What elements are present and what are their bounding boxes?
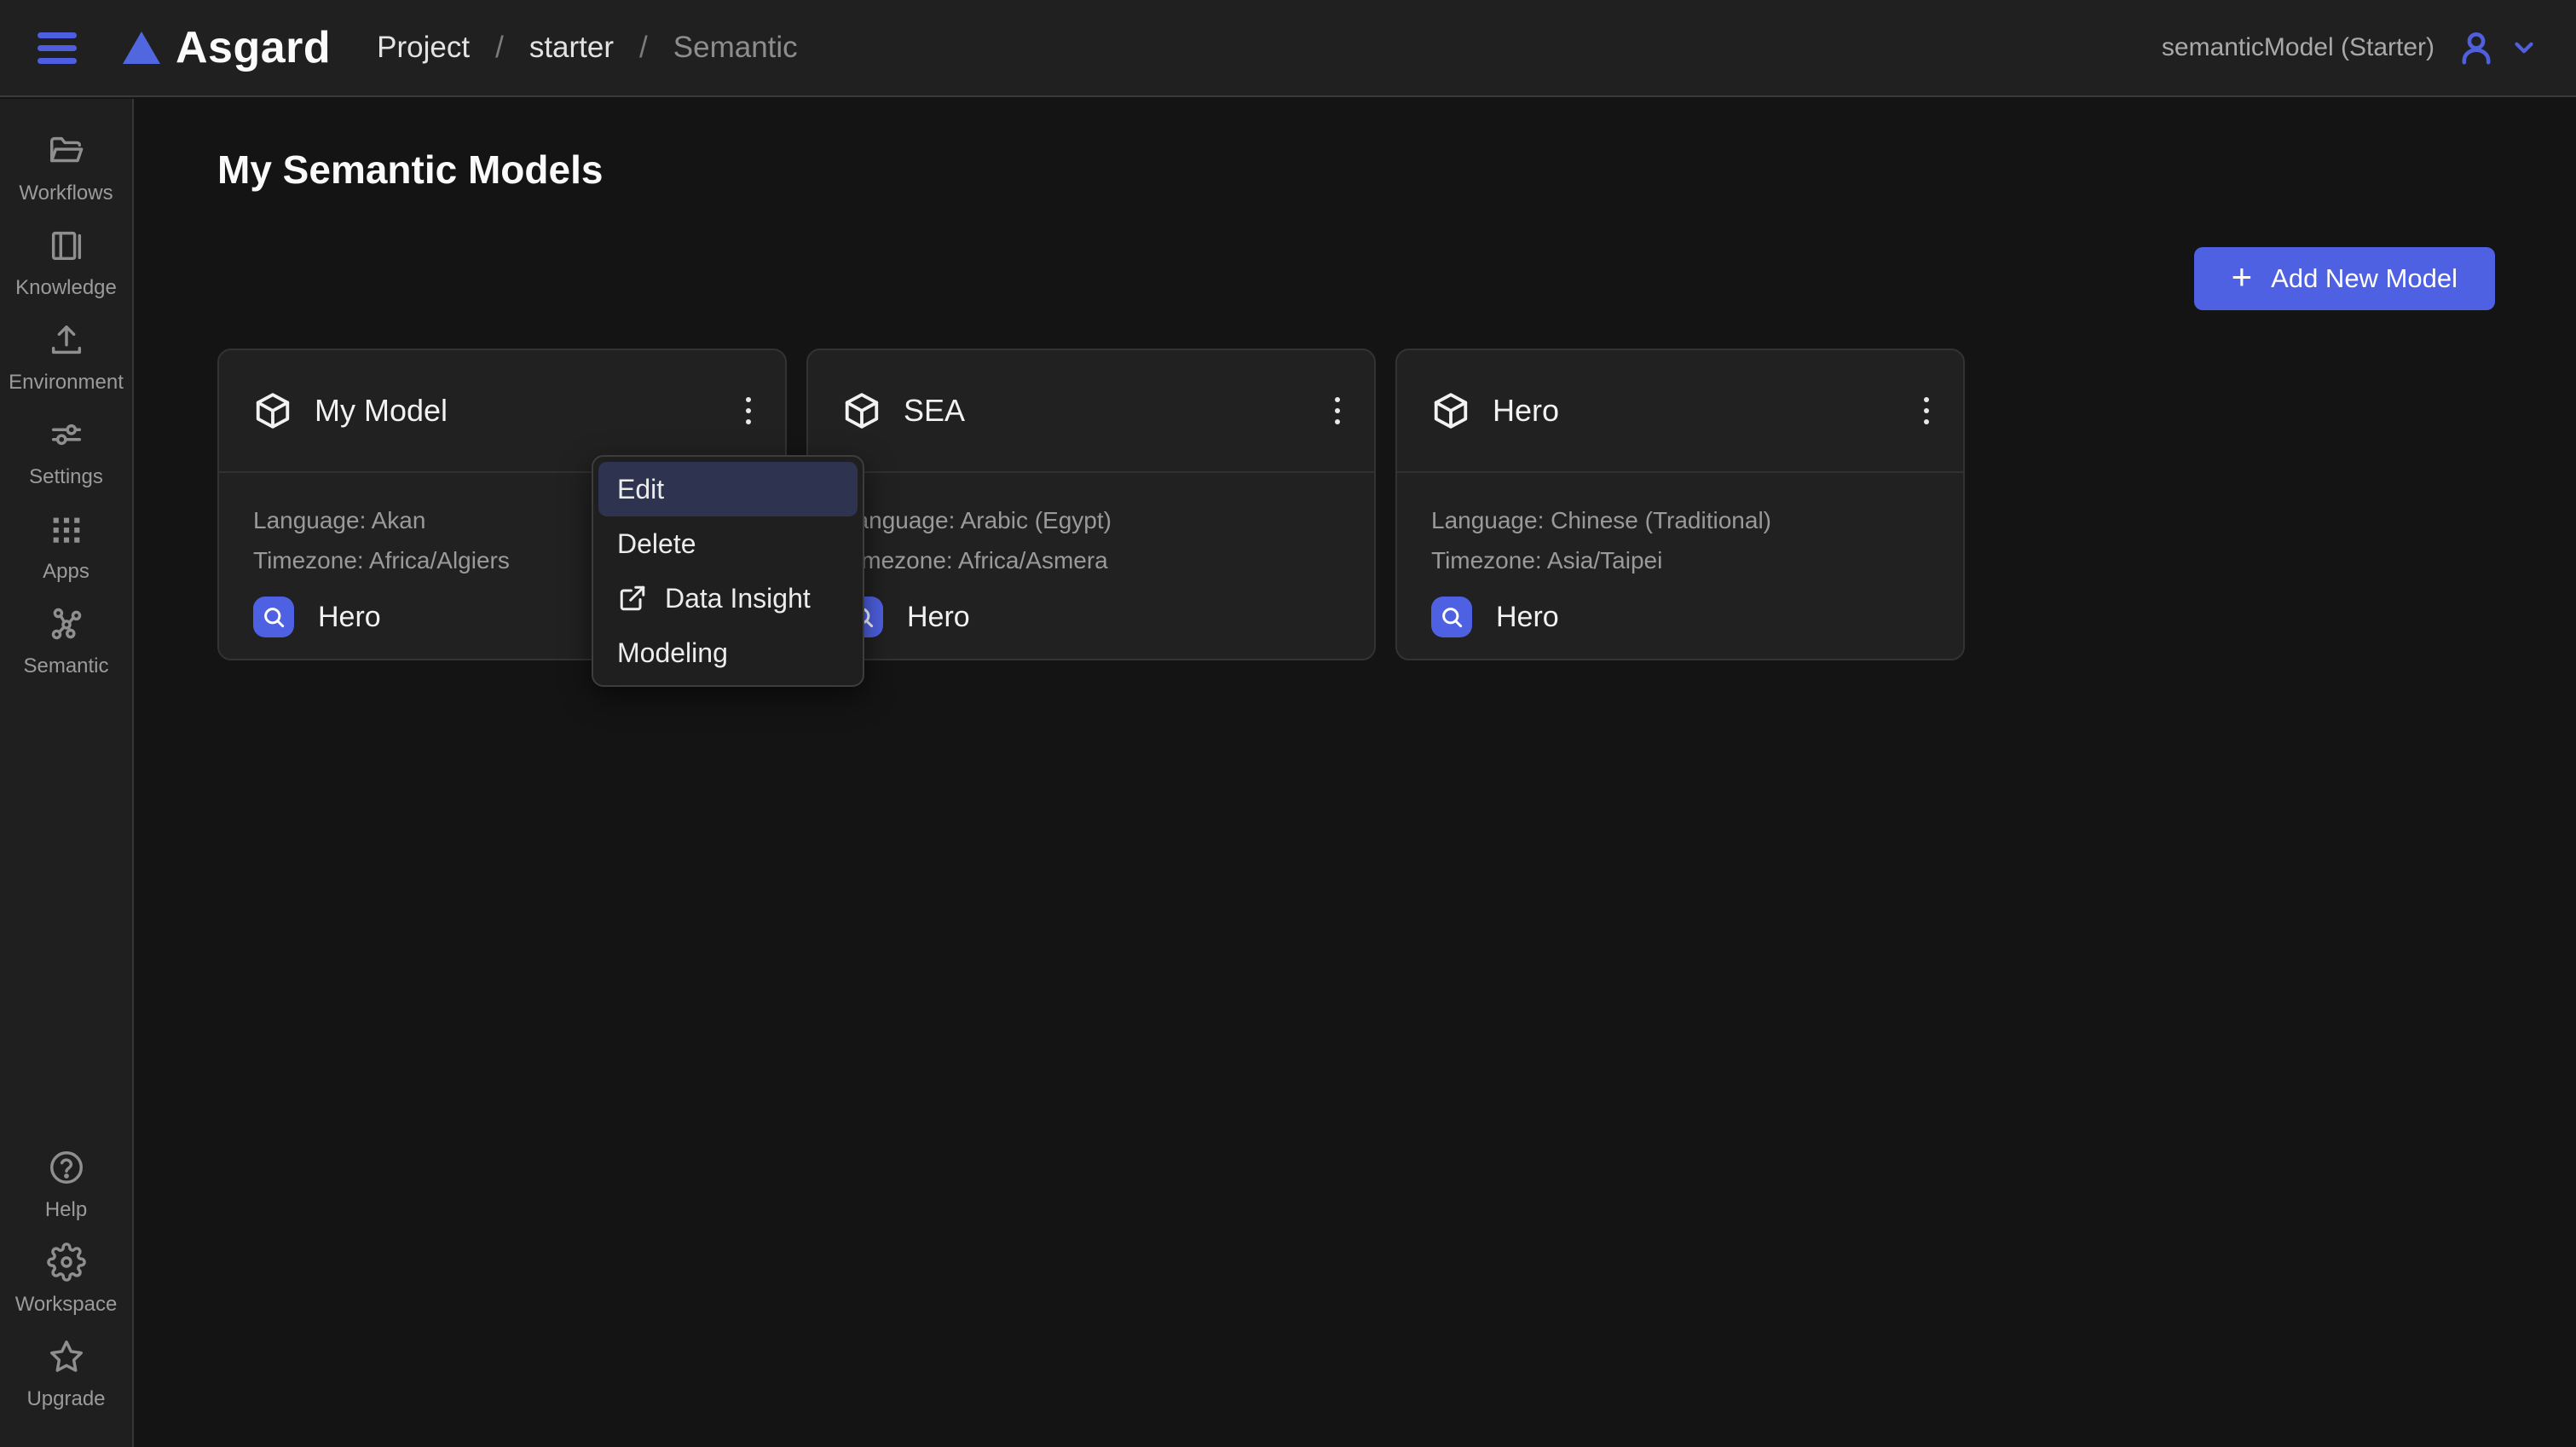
menu-item-modeling[interactable]: Modeling bbox=[598, 625, 858, 680]
gear-icon bbox=[46, 1242, 86, 1286]
sidebar-item-knowledge[interactable]: Knowledge bbox=[0, 226, 132, 300]
page-title: My Semantic Models bbox=[217, 147, 604, 192]
cube-icon bbox=[1431, 391, 1470, 430]
help-circle-icon bbox=[47, 1148, 86, 1191]
menu-item-edit[interactable]: Edit bbox=[598, 462, 858, 516]
model-title: My Model bbox=[315, 393, 448, 428]
star-icon bbox=[47, 1337, 86, 1381]
hamburger-icon bbox=[38, 32, 77, 38]
sidebar-item-workspace[interactable]: Workspace bbox=[0, 1242, 132, 1317]
breadcrumb-separator: / bbox=[639, 31, 648, 64]
top-bar: Asgard Project / starter / Semantic sema… bbox=[0, 0, 2576, 97]
card-header: Hero bbox=[1397, 350, 1963, 473]
add-new-model-button[interactable]: + Add New Model bbox=[2193, 247, 2495, 310]
cube-icon bbox=[842, 391, 881, 430]
cube-icon bbox=[253, 391, 292, 430]
model-title: SEA bbox=[904, 393, 966, 428]
model-timezone: Timezone: Africa/Asmera bbox=[842, 547, 1108, 574]
sidebar-item-label: Semantic bbox=[23, 654, 109, 677]
sidebar-item-help[interactable]: Help bbox=[0, 1148, 132, 1222]
card-header: SEA bbox=[808, 350, 1374, 473]
search-icon bbox=[1431, 597, 1472, 637]
sidebar-item-label: Knowledge bbox=[15, 276, 117, 299]
sidebar-item-semantic[interactable]: Semantic bbox=[0, 604, 132, 678]
sidebar-item-label: Settings bbox=[29, 465, 103, 488]
sidebar-item-label: Environment bbox=[9, 371, 124, 394]
external-link-icon bbox=[617, 583, 648, 614]
hero-label: Hero bbox=[1496, 600, 1559, 633]
model-language: Language: Chinese (Traditional) bbox=[1431, 507, 1771, 533]
plus-icon: + bbox=[2231, 257, 2253, 297]
model-title: Hero bbox=[1493, 393, 1560, 428]
sidebar-item-label: Workflows bbox=[19, 182, 113, 205]
main-content: My Semantic Models + Add New Model My Mo… bbox=[136, 99, 2576, 1447]
card-body: Language: Chinese (Traditional) Timezone… bbox=[1397, 473, 1963, 637]
book-icon bbox=[47, 226, 86, 269]
breadcrumb-starter[interactable]: starter bbox=[529, 31, 614, 65]
kebab-menu-icon[interactable] bbox=[741, 392, 756, 429]
search-icon bbox=[253, 597, 294, 637]
sidebar-item-workflows[interactable]: Workflows bbox=[0, 131, 132, 205]
sidebar-item-settings[interactable]: Settings bbox=[0, 415, 132, 489]
upload-icon bbox=[47, 320, 86, 364]
sidebar: Workflows Knowledge Environment Settings bbox=[0, 99, 134, 1447]
sidebar-item-upgrade[interactable]: Upgrade bbox=[0, 1337, 132, 1411]
hero-link[interactable]: Hero bbox=[842, 597, 1340, 637]
toolbar: + Add New Model bbox=[136, 247, 2495, 310]
card-context-menu: Edit Delete Data Insight Modeling bbox=[592, 455, 864, 687]
menu-item-delete[interactable]: Delete bbox=[598, 516, 858, 571]
model-card-sea: SEA Language: Arabic (Egypt) Timezone: A… bbox=[806, 349, 1376, 660]
sidebar-item-apps[interactable]: Apps bbox=[0, 510, 132, 584]
model-timezone: Timezone: Asia/Taipei bbox=[1431, 547, 1663, 574]
breadcrumb-project[interactable]: Project bbox=[377, 31, 470, 65]
hero-label: Hero bbox=[318, 600, 381, 633]
model-language: Language: Arabic (Egypt) bbox=[842, 507, 1112, 533]
sidebar-item-environment[interactable]: Environment bbox=[0, 320, 132, 395]
folder-icon bbox=[47, 131, 86, 175]
model-card-hero: Hero Language: Chinese (Traditional) Tim… bbox=[1395, 349, 1965, 660]
hero-label: Hero bbox=[907, 600, 970, 633]
sliders-icon bbox=[47, 415, 86, 458]
add-new-model-label: Add New Model bbox=[2271, 263, 2458, 293]
model-card-list: My Model Language: Akan Timezone: Africa… bbox=[217, 349, 2576, 660]
account-label: semanticModel (Starter) bbox=[2161, 33, 2434, 61]
breadcrumb-separator: / bbox=[495, 31, 504, 64]
breadcrumb-semantic: Semantic bbox=[673, 31, 798, 64]
kebab-menu-icon[interactable] bbox=[1330, 392, 1345, 429]
sidebar-item-label: Apps bbox=[43, 560, 90, 583]
sidebar-item-label: Upgrade bbox=[26, 1387, 106, 1410]
app-logo-text: Asgard bbox=[176, 23, 332, 72]
hamburger-menu-button[interactable] bbox=[38, 31, 77, 65]
hero-link[interactable]: Hero bbox=[1431, 597, 1929, 637]
card-body: Language: Arabic (Egypt) Timezone: Afric… bbox=[808, 473, 1374, 637]
sidebar-item-label: Help bbox=[44, 1198, 88, 1221]
breadcrumb: Project / starter / Semantic bbox=[377, 31, 798, 65]
kebab-menu-icon[interactable] bbox=[1919, 392, 1934, 429]
chevron-down-icon[interactable] bbox=[2510, 33, 2538, 62]
user-icon[interactable] bbox=[2457, 28, 2496, 67]
menu-item-label: Data Insight bbox=[665, 582, 811, 614]
menu-item-data-insight[interactable]: Data Insight bbox=[598, 571, 858, 625]
grid-icon bbox=[47, 510, 86, 553]
sidebar-item-label: Workspace bbox=[14, 1293, 118, 1316]
graph-icon bbox=[47, 604, 86, 648]
logo-triangle-icon bbox=[123, 32, 160, 64]
